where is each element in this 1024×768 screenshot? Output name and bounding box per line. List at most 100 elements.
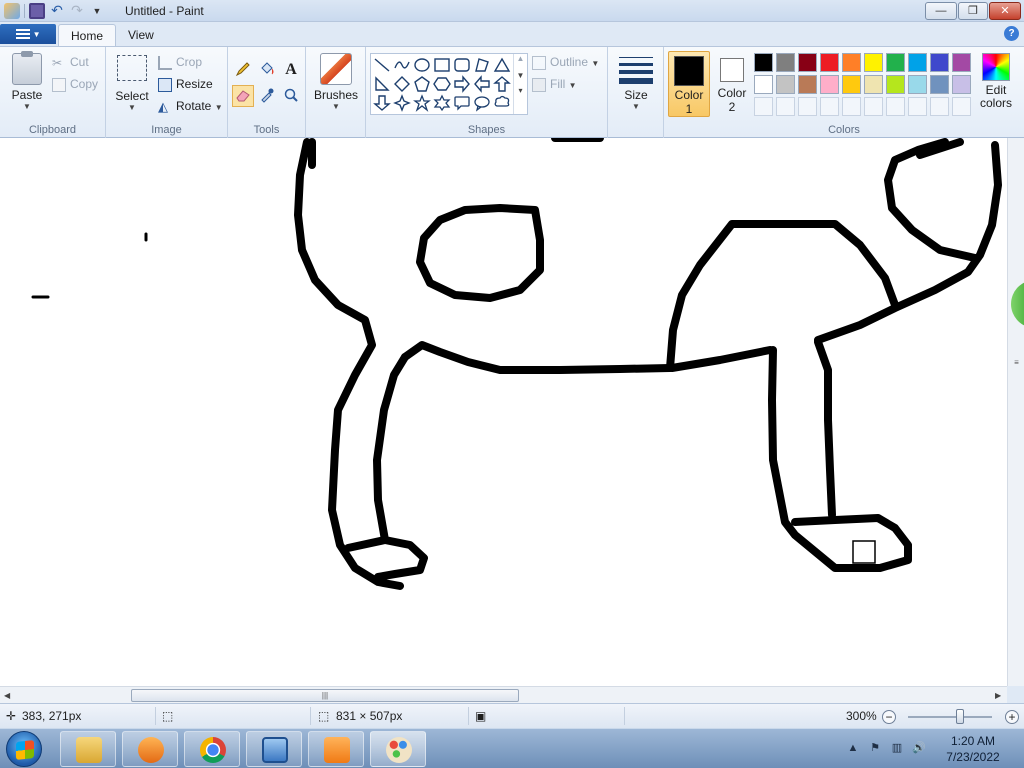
taskbar-store[interactable] (308, 731, 364, 767)
eraser-icon[interactable] (232, 85, 254, 107)
brushes-button[interactable]: Brushes ▼ (312, 53, 360, 111)
close-button[interactable]: ✕ (989, 2, 1021, 20)
scroll-down-icon[interactable]: ▼ (514, 71, 527, 80)
cloud-callout-shape-icon[interactable] (493, 94, 511, 112)
color-picker-icon[interactable] (256, 85, 278, 107)
palette-color-swatch[interactable] (886, 53, 905, 72)
rounded-callout-shape-icon[interactable] (453, 94, 471, 112)
palette-color-swatch[interactable] (754, 75, 773, 94)
custom-color-slot[interactable] (930, 97, 949, 116)
custom-color-slot[interactable] (798, 97, 817, 116)
hexagon-shape-icon[interactable] (433, 75, 451, 93)
polygon-shape-icon[interactable] (473, 56, 491, 74)
magnifier-icon[interactable] (280, 85, 302, 107)
palette-color-swatch[interactable] (864, 53, 883, 72)
taskbar-paint[interactable] (370, 731, 426, 767)
palette-color-swatch[interactable] (798, 75, 817, 94)
tab-view[interactable]: View (116, 24, 166, 46)
custom-color-slot[interactable] (864, 97, 883, 116)
text-tool-icon[interactable]: A (280, 59, 302, 81)
undo-icon[interactable]: ↶ (49, 3, 65, 19)
save-icon[interactable] (29, 3, 45, 19)
palette-color-swatch[interactable] (930, 75, 949, 94)
oval-callout-shape-icon[interactable] (473, 94, 491, 112)
palette-color-swatch[interactable] (820, 53, 839, 72)
taskbar-media-player[interactable] (122, 731, 178, 767)
custom-color-slot[interactable] (776, 97, 795, 116)
taskbar-explorer[interactable] (60, 731, 116, 767)
palette-color-swatch[interactable] (798, 53, 817, 72)
minimize-button[interactable]: — (925, 2, 957, 20)
fill-bucket-icon[interactable] (256, 59, 278, 81)
triangle-shape-icon[interactable] (493, 56, 511, 74)
zoom-in-button[interactable]: + (1005, 710, 1019, 724)
custom-color-slot[interactable] (908, 97, 927, 116)
palette-color-swatch[interactable] (908, 53, 927, 72)
down-arrow-shape-icon[interactable] (373, 94, 391, 112)
taskbar-chrome[interactable] (184, 731, 240, 767)
custom-color-slot[interactable] (820, 97, 839, 116)
up-arrow-shape-icon[interactable] (493, 75, 511, 93)
custom-color-slot[interactable] (886, 97, 905, 116)
vertical-scrollbar[interactable]: ≡ (1007, 138, 1024, 686)
drawing-canvas[interactable] (0, 138, 1007, 686)
rectangle-shape-icon[interactable] (433, 56, 451, 74)
edit-colors-button[interactable]: Edit colors (976, 53, 1016, 110)
five-point-star-shape-icon[interactable] (413, 94, 431, 112)
palette-color-swatch[interactable] (842, 53, 861, 72)
custom-color-slot[interactable] (952, 97, 971, 116)
custom-color-slot[interactable] (754, 97, 773, 116)
paste-button[interactable]: Paste ▼ (6, 51, 48, 111)
redo-icon[interactable]: ↷ (69, 3, 85, 19)
help-icon[interactable]: ? (1004, 26, 1019, 41)
color1-button[interactable]: Color 1 (668, 51, 710, 117)
pencil-icon[interactable] (232, 59, 254, 81)
shapes-gallery-scroll[interactable]: ▲ ▼ ▾ (513, 54, 527, 114)
palette-color-swatch[interactable] (908, 75, 927, 94)
custom-color-slot[interactable] (842, 97, 861, 116)
palette-color-swatch[interactable] (952, 75, 971, 94)
right-arrow-shape-icon[interactable] (453, 75, 471, 93)
six-point-star-shape-icon[interactable] (433, 94, 451, 112)
palette-color-swatch[interactable] (886, 75, 905, 94)
right-triangle-shape-icon[interactable] (373, 75, 391, 93)
palette-color-swatch[interactable] (952, 53, 971, 72)
outline-button[interactable]: Outline ▼ (532, 53, 599, 71)
crop-button[interactable]: Crop (158, 53, 202, 71)
select-button[interactable]: Select ▼ (114, 55, 150, 112)
vertical-scroll-thumb[interactable]: ≡ (1010, 358, 1023, 372)
horizontal-scrollbar[interactable]: ◀ ||| ▶ (0, 686, 1007, 703)
four-point-star-shape-icon[interactable] (393, 94, 411, 112)
expand-gallery-icon[interactable]: ▾ (514, 86, 527, 95)
action-center-icon[interactable]: ⚑ (868, 741, 882, 755)
zoom-out-button[interactable]: − (882, 710, 896, 724)
palette-color-swatch[interactable] (754, 53, 773, 72)
volume-icon[interactable]: 🔊 (912, 741, 926, 755)
rounded-rectangle-shape-icon[interactable] (453, 56, 471, 74)
fill-button[interactable]: Fill ▼ (532, 75, 577, 93)
palette-color-swatch[interactable] (864, 75, 883, 94)
tab-home[interactable]: Home (58, 24, 117, 46)
resize-button[interactable]: Resize (158, 75, 213, 93)
cut-button[interactable]: ✂ Cut (52, 53, 89, 71)
color2-button[interactable]: Color 2 (712, 51, 752, 117)
network-icon[interactable]: ▥ (890, 741, 904, 755)
paint-app-icon[interactable] (4, 3, 20, 19)
taskbar-remote-desktop[interactable] (246, 731, 302, 767)
clock[interactable]: 1:20 AM 7/23/2022 (930, 733, 1016, 765)
curve-shape-icon[interactable] (393, 56, 411, 74)
palette-color-swatch[interactable] (930, 53, 949, 72)
palette-color-swatch[interactable] (776, 53, 795, 72)
diamond-shape-icon[interactable] (393, 75, 411, 93)
palette-color-swatch[interactable] (842, 75, 861, 94)
scroll-left-icon[interactable]: ◀ (4, 691, 10, 700)
qat-dropdown-icon[interactable]: ▼ (89, 3, 105, 19)
scroll-right-icon[interactable]: ▶ (995, 691, 1001, 700)
zoom-slider[interactable] (908, 716, 992, 718)
size-button[interactable]: Size ▼ (616, 55, 656, 111)
pentagon-shape-icon[interactable] (413, 75, 431, 93)
show-hidden-icons-icon[interactable]: ▲ (846, 741, 860, 755)
left-arrow-shape-icon[interactable] (473, 75, 491, 93)
zoom-slider-thumb[interactable] (956, 709, 964, 724)
scroll-up-icon[interactable]: ▲ (514, 54, 527, 63)
